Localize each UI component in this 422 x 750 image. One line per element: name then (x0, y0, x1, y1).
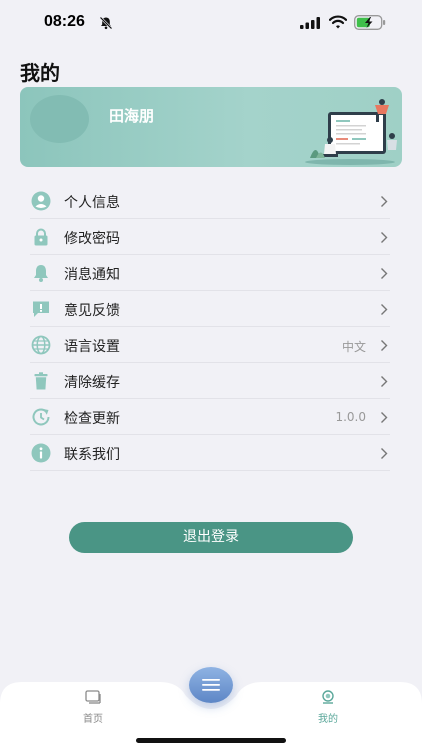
avatar[interactable] (30, 95, 89, 143)
mine-tab-icon (322, 690, 334, 704)
menu-label: 语言设置 (64, 339, 120, 355)
profile-card[interactable]: 田海朋 (20, 87, 402, 167)
chevron-right-icon (381, 304, 388, 315)
menu-label: 消息通知 (64, 267, 120, 283)
menu-item-notifications[interactable]: 消息通知 (30, 255, 390, 291)
menu-item-change-password[interactable]: 修改密码 (30, 219, 390, 255)
user-icon (31, 191, 51, 211)
status-time: 08:26 (44, 13, 85, 30)
menu-label: 联系我们 (64, 447, 120, 463)
logout-button[interactable]: 退出登录 (69, 522, 353, 553)
page-title: 我的 (20, 61, 60, 85)
menu-label: 清除缓存 (64, 375, 120, 391)
chevron-right-icon (381, 376, 388, 387)
menu-label: 意见反馈 (64, 303, 120, 319)
bell-muted-icon (99, 16, 113, 30)
user-name: 田海朋 (109, 107, 155, 125)
chevron-right-icon (381, 448, 388, 459)
cellular-signal-icon (300, 17, 320, 29)
menu-item-feedback[interactable]: 意见反馈 (30, 291, 390, 327)
chevron-right-icon (381, 268, 388, 279)
menu-label: 修改密码 (64, 231, 120, 247)
update-icon (32, 408, 50, 426)
menu-item-personal-info[interactable]: 个人信息 (30, 183, 390, 219)
version-value: 1.0.0 (335, 410, 366, 424)
home-tab-icon (85, 690, 101, 704)
lock-icon (34, 228, 48, 246)
globe-icon (31, 335, 51, 355)
menu-item-clear-cache[interactable]: 清除缓存 (30, 363, 390, 399)
menu-label: 检查更新 (64, 411, 120, 427)
chevron-right-icon (381, 196, 388, 207)
battery-charging-icon (354, 15, 386, 30)
tab-mine[interactable]: 我的 (308, 690, 348, 726)
chevron-right-icon (381, 412, 388, 423)
feedback-icon (33, 301, 49, 317)
status-bar: 08:26 (0, 0, 422, 46)
chevron-right-icon (381, 340, 388, 351)
home-indicator (136, 738, 286, 743)
menu-label: 个人信息 (64, 195, 120, 211)
menu-fab-button[interactable] (189, 667, 233, 703)
info-icon (31, 443, 51, 463)
tab-home-label: 首页 (83, 714, 103, 725)
menu-item-contact-us[interactable]: 联系我们 (30, 435, 390, 471)
bell-icon (34, 265, 48, 282)
tab-mine-label: 我的 (318, 714, 338, 725)
wifi-icon (329, 15, 347, 29)
settings-menu: 个人信息 修改密码 消息通知 意见反馈 语言设置 中文 清除缓存 检查更新 1.… (30, 183, 390, 471)
menu-icon (202, 679, 220, 691)
menu-item-language[interactable]: 语言设置 中文 (30, 327, 390, 363)
trash-icon (34, 372, 48, 390)
chevron-right-icon (381, 232, 388, 243)
language-value: 中文 (341, 340, 366, 354)
menu-item-check-update[interactable]: 检查更新 1.0.0 (30, 399, 390, 435)
reading-people-illustration (305, 99, 397, 165)
tab-home[interactable]: 首页 (73, 690, 113, 726)
